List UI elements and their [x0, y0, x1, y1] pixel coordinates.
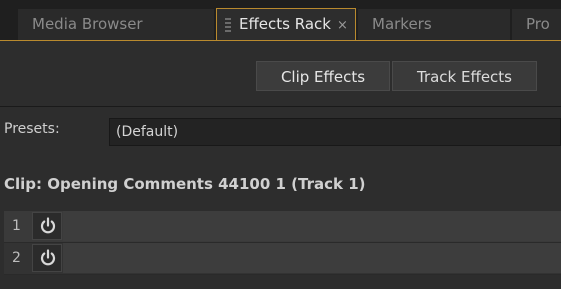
tab-effects-rack-label: Effects Rack	[239, 15, 331, 33]
tab-properties[interactable]: Pro	[512, 9, 561, 40]
effect-slot[interactable]	[63, 243, 561, 273]
effects-rack-list: 1 2	[4, 211, 561, 275]
clip-title: Clip: Opening Comments 44100 1 (Track 1)	[4, 175, 366, 193]
track-effects-button[interactable]: Track Effects	[392, 61, 537, 91]
effect-slot[interactable]	[63, 211, 561, 241]
effects-mode-toggle: Clip Effects Track Effects	[0, 41, 561, 106]
presets-dropdown[interactable]: (Default)	[109, 118, 561, 146]
rack-slot-number: 1	[12, 218, 21, 234]
presets-label: Presets:	[4, 121, 60, 137]
power-icon	[40, 249, 56, 266]
power-icon	[40, 217, 56, 234]
panel-tab-bar: Media Browser Effects Rack × Markers Pro	[0, 0, 561, 41]
tab-properties-label: Pro	[526, 15, 550, 33]
power-toggle-button[interactable]	[32, 212, 62, 240]
close-icon[interactable]: ×	[337, 18, 348, 33]
rack-slot-number: 2	[12, 250, 21, 266]
tab-markers-label: Markers	[372, 15, 432, 33]
divider	[0, 106, 561, 107]
power-toggle-button[interactable]	[32, 244, 62, 272]
rack-slot[interactable]: 2	[4, 243, 561, 275]
tab-media-browser-label: Media Browser	[32, 15, 143, 33]
effects-rack-panel: Clip Effects Track Effects Presets: (Def…	[0, 40, 561, 289]
presets-dropdown-value: (Default)	[116, 124, 179, 140]
grip-icon[interactable]	[225, 18, 231, 32]
tab-media-browser[interactable]: Media Browser	[18, 9, 214, 40]
clip-effects-button[interactable]: Clip Effects	[256, 61, 390, 91]
rack-slot[interactable]: 1	[4, 211, 561, 243]
tab-effects-rack[interactable]: Effects Rack ×	[216, 8, 356, 41]
tab-markers[interactable]: Markers	[358, 9, 510, 40]
